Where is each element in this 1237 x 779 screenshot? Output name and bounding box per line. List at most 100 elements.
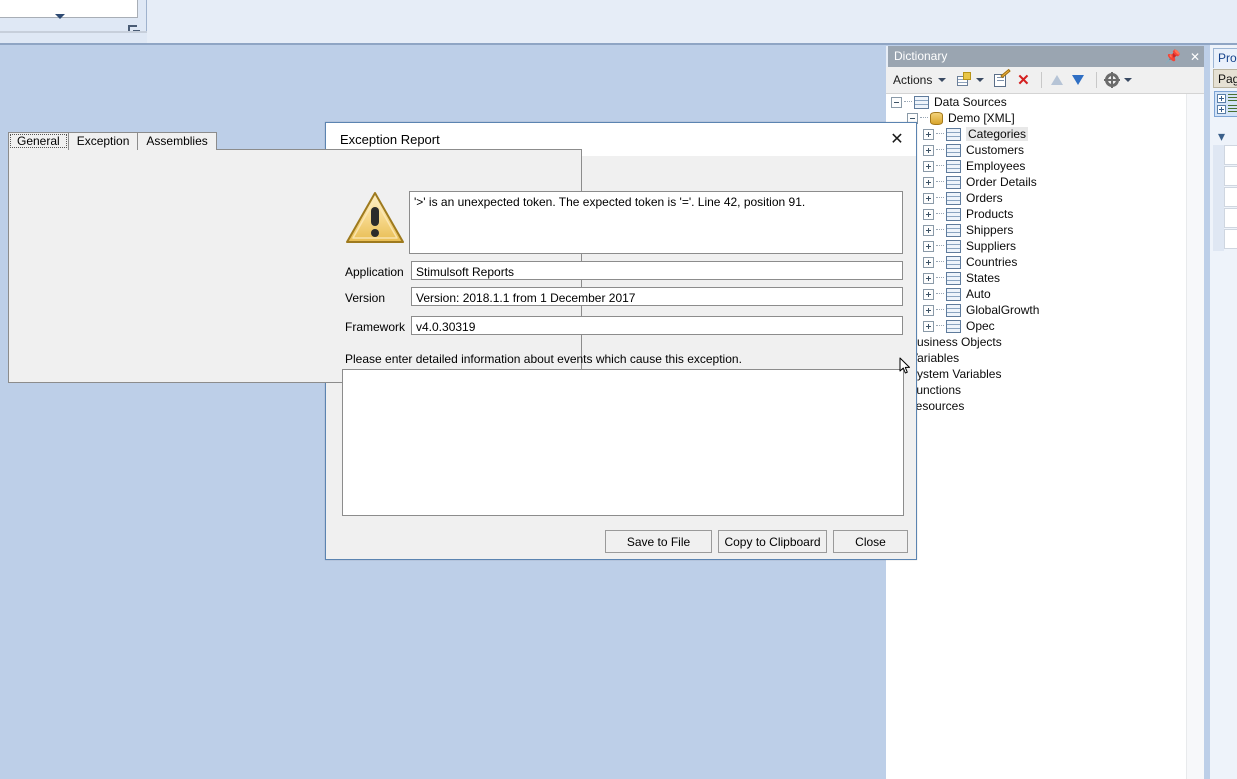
tree-connector: [936, 197, 944, 199]
tab-general[interactable]: General: [8, 132, 69, 150]
tree-expander-icon[interactable]: [923, 160, 934, 172]
tree-item-shippers[interactable]: Shippers: [886, 222, 1186, 238]
tree-connector: [904, 101, 912, 103]
tree-item-label: Opec: [966, 319, 995, 333]
tree-item-globalgrowth[interactable]: GlobalGrowth: [886, 302, 1186, 318]
move-down-button[interactable]: [1069, 71, 1087, 89]
tree-expander-icon[interactable]: [923, 144, 934, 156]
table-icon: [946, 191, 961, 205]
toolbar-separator: [1041, 72, 1043, 88]
settings-dropdown-arrow-icon[interactable]: [1124, 78, 1133, 82]
tree-connector: [936, 277, 944, 279]
tree-expander-icon[interactable]: [923, 224, 934, 236]
tree-item-auto[interactable]: Auto: [886, 286, 1186, 302]
tree-item-label: Order Details: [966, 175, 1037, 189]
tree-expander-icon[interactable]: [923, 304, 934, 316]
ribbon-gallery-box[interactable]: [0, 0, 138, 18]
tree-connector: [936, 181, 944, 183]
tree-connector: [936, 309, 944, 311]
tree-item-states[interactable]: States: [886, 270, 1186, 286]
tree-expander-icon[interactable]: [923, 128, 934, 140]
table-icon: [946, 143, 961, 157]
table-icon: [946, 223, 961, 237]
tree-expander-icon[interactable]: [923, 240, 934, 252]
tree-item-customers[interactable]: Customers: [886, 142, 1186, 158]
tree-connector: [920, 117, 928, 119]
close-icon[interactable]: ✕: [884, 128, 910, 150]
tree-connector: [936, 165, 944, 167]
tree-connector: [936, 149, 944, 151]
new-item-icon: [956, 71, 972, 88]
close-icon[interactable]: ✕: [1190, 51, 1200, 63]
tree-item-label: Business Objects: [909, 335, 1002, 349]
tree-item-countries[interactable]: Countries: [886, 254, 1186, 270]
toolbar-separator-2: [1096, 72, 1098, 88]
dialog-tabstrip: General Exception Assemblies: [8, 131, 217, 150]
version-field[interactable]: Version: 2018.1.1 from 1 December 2017: [411, 287, 903, 306]
dictionary-scrollbar[interactable]: [1186, 94, 1204, 779]
tree-item-employees[interactable]: Employees: [886, 158, 1186, 174]
tree-expander-icon[interactable]: [891, 96, 902, 108]
tree-item-data-sources[interactable]: Data Sources: [886, 94, 1186, 110]
save-to-file-button[interactable]: Save to File: [605, 530, 712, 553]
tree-item-suppliers[interactable]: Suppliers: [886, 238, 1186, 254]
tab-assemblies[interactable]: Assemblies: [137, 132, 217, 150]
tree-item-opec[interactable]: Opec: [886, 318, 1186, 334]
chevron-down-icon[interactable]: [55, 14, 65, 19]
tab-exception[interactable]: Exception: [67, 132, 139, 150]
application-field[interactable]: Stimulsoft Reports: [411, 261, 903, 280]
tree-item-label: Customers: [966, 143, 1025, 157]
properties-grid-cell[interactable]: [1224, 187, 1237, 207]
tree-item-variables[interactable]: ABVariables: [886, 350, 1186, 366]
ribbon-right-area: [147, 0, 1237, 43]
tree-item-business-objects[interactable]: Business Objects: [886, 334, 1186, 350]
tree-item-resources[interactable]: Resources: [886, 398, 1186, 414]
pin-icon[interactable]: 📌: [1165, 50, 1181, 63]
properties-grid-cell[interactable]: [1224, 208, 1237, 228]
tree-item-categories[interactable]: Categories: [886, 126, 1186, 142]
properties-grid-cell[interactable]: [1224, 229, 1237, 249]
arrow-down-icon: [1072, 75, 1085, 85]
table-icon: [946, 207, 961, 221]
tree-expander-icon[interactable]: [923, 192, 934, 204]
tree-expander-icon[interactable]: [923, 288, 934, 300]
application-label: Application: [345, 265, 404, 279]
framework-field[interactable]: v4.0.30319: [411, 316, 903, 335]
properties-object-selector[interactable]: Page1: [1213, 69, 1237, 88]
tree-item-products[interactable]: Products: [886, 206, 1186, 222]
tree-expander-icon[interactable]: [923, 208, 934, 220]
properties-grid-cell[interactable]: [1224, 166, 1237, 186]
tree-item-demo-xml-[interactable]: Demo [XML]: [886, 110, 1186, 126]
details-textarea[interactable]: [342, 369, 904, 516]
delete-button[interactable]: ✕: [1014, 71, 1032, 89]
tree-item-functions[interactable]: ƒxFunctions: [886, 382, 1186, 398]
tree-item-orders[interactable]: Orders: [886, 190, 1186, 206]
tree-expander-icon[interactable]: [923, 272, 934, 284]
new-item-dropdown-arrow-icon[interactable]: [976, 78, 985, 82]
chevron-down-icon[interactable]: ▾: [1218, 129, 1225, 143]
tree-item-label: Suppliers: [966, 239, 1017, 253]
tree-expander-icon[interactable]: [923, 320, 934, 332]
actions-menu-label[interactable]: Actions: [893, 73, 932, 87]
tree-expander-icon[interactable]: [923, 256, 934, 268]
table-icon: [946, 159, 961, 173]
settings-button[interactable]: [1103, 71, 1121, 89]
tree-item-system-variables[interactable]: #System Variables: [886, 366, 1186, 382]
table-icon: [946, 303, 961, 317]
new-item-button[interactable]: [955, 71, 973, 89]
properties-grid-cell[interactable]: [1224, 145, 1237, 165]
copy-to-clipboard-button[interactable]: Copy to Clipboard: [718, 530, 827, 553]
close-button[interactable]: Close: [833, 530, 908, 553]
dictionary-tree[interactable]: Data Sources Demo [XML] Categories Customer…: [886, 94, 1186, 779]
actions-dropdown-arrow-icon[interactable]: [938, 78, 947, 82]
edit-button[interactable]: [993, 68, 1012, 89]
properties-title: Properties: [1213, 48, 1237, 68]
warning-triangle-icon: [345, 190, 405, 246]
tree-item-order-details[interactable]: Order Details: [886, 174, 1186, 190]
properties-toolbar[interactable]: [1214, 91, 1237, 117]
move-up-button[interactable]: [1048, 71, 1066, 89]
tree-expander-icon[interactable]: [923, 176, 934, 188]
dictionary-titlebar: Dictionary 📌 ✕: [886, 46, 1204, 67]
edit-icon: [994, 68, 1012, 88]
table-icon: [946, 127, 961, 141]
